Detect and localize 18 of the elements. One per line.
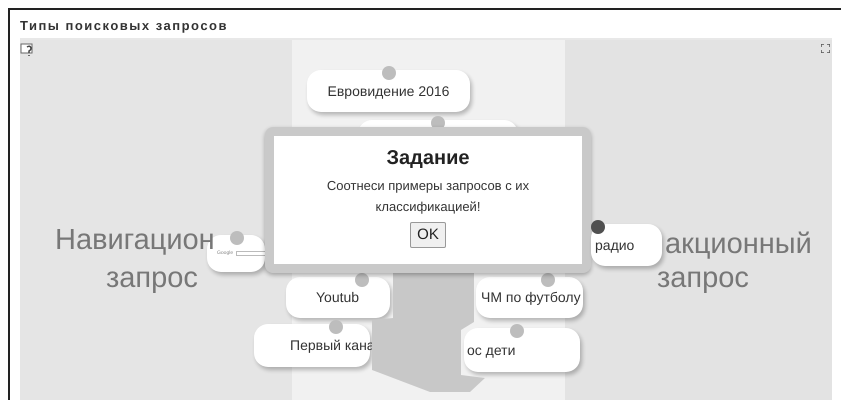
card-label: ос дети (467, 340, 516, 360)
card-label: Youtub (316, 288, 360, 307)
card-label: ЧМ по футболу (481, 288, 581, 307)
dialog-message: Соотнеси примеры запросов с их классификацией! (326, 177, 530, 216)
ok-button[interactable]: OK (410, 222, 446, 248)
category-label: акционный (665, 230, 812, 259)
answer-card[interactable]: Youtub (286, 277, 390, 318)
search-bar-drawing (236, 251, 266, 256)
answer-card[interactable]: радио (591, 224, 662, 266)
category-label: запрос (657, 264, 749, 293)
category-label: запрос (106, 264, 198, 293)
answer-card[interactable]: ос дети (464, 328, 580, 372)
answer-card[interactable]: ЧМ по футболу (476, 277, 583, 318)
card-label: Евровидение 2016 (328, 82, 450, 101)
fullscreen-icon[interactable] (821, 44, 830, 53)
answer-card[interactable]: Евровидение 2016 (307, 70, 470, 112)
dialog-title: Задание (386, 148, 470, 168)
card-label: радио (595, 236, 634, 255)
